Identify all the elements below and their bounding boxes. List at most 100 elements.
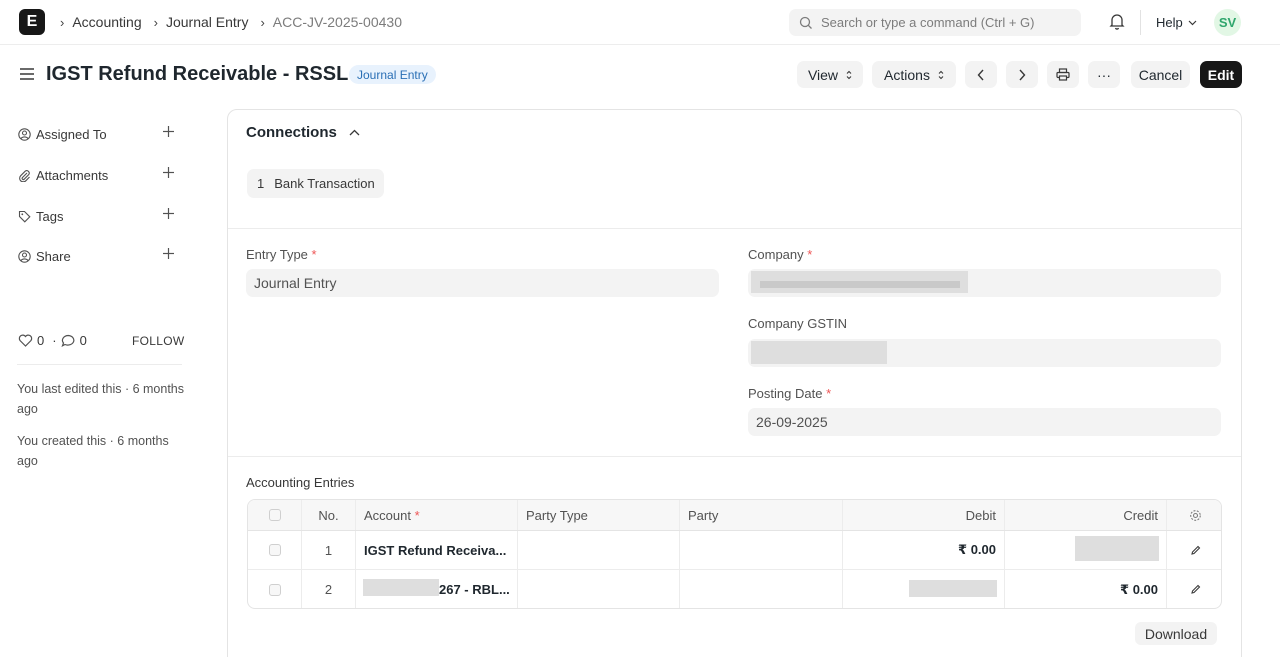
posting-date-value: 26-09-2025 [756, 414, 828, 430]
row-party[interactable] [680, 531, 843, 569]
actions-button-label: Actions [884, 66, 930, 83]
plus-icon[interactable] [162, 207, 175, 220]
download-button[interactable]: Download [1135, 622, 1217, 645]
chevron-up-icon [349, 129, 360, 136]
column-header-party: Party [680, 500, 843, 530]
row-account[interactable]: IGST Refund Receiva... [356, 531, 518, 569]
table-row[interactable]: 2 267 - RBL... ₹ 0.00 [248, 570, 1221, 608]
redacted-block [363, 579, 439, 596]
row-debit[interactable]: ₹ 0.00 [843, 531, 1005, 569]
tag-icon [18, 210, 31, 223]
breadcrumb-current-doc[interactable]: ACC-JV-2025-00430 [273, 14, 402, 30]
column-settings-cell [1167, 500, 1221, 530]
heart-icon[interactable] [18, 334, 33, 347]
sidebar-item-label: Attachments [36, 167, 109, 183]
select-all-checkbox[interactable] [268, 509, 281, 521]
sidebar-item-share[interactable]: Share [18, 246, 178, 266]
entry-type-value: Journal Entry [254, 275, 337, 291]
table-row[interactable]: 1 IGST Refund Receiva... ₹ 0.00 [248, 531, 1221, 570]
follow-button[interactable]: FOLLOW [132, 334, 184, 348]
posting-date-field[interactable]: 26-09-2025 [748, 408, 1221, 436]
row-credit[interactable] [1005, 531, 1167, 569]
company-field[interactable] [748, 269, 1221, 297]
help-dropdown[interactable]: Help [1156, 15, 1197, 30]
app-logo[interactable]: E [19, 9, 45, 35]
up-down-icon [846, 70, 852, 79]
user-plus-icon [18, 127, 31, 141]
breadcrumb-journal-entry[interactable]: Journal Entry [166, 14, 248, 30]
printer-icon [1056, 68, 1070, 81]
previous-doc-button[interactable] [965, 61, 997, 88]
likes-comments: 0 · 0 [18, 333, 91, 348]
column-header-no: No. [302, 500, 356, 530]
sidebar-item-assigned-to[interactable]: Assigned To [18, 124, 178, 144]
entry-type-label: Entry Type * [246, 247, 317, 262]
search-placeholder: Search or type a command (Ctrl + G) [821, 15, 1035, 30]
row-checkbox-cell [248, 531, 302, 569]
accounting-entries-table: No. Account * Party Type Party Debit Cre… [247, 499, 1222, 609]
view-button[interactable]: View [797, 61, 863, 88]
redacted-block [909, 580, 997, 597]
cancel-button-label: Cancel [1138, 66, 1183, 83]
more-options-button[interactable]: ··· [1088, 61, 1120, 88]
up-down-icon [938, 70, 944, 79]
pencil-icon[interactable] [1190, 545, 1201, 556]
connections-title: Connections [246, 124, 337, 141]
entry-type-field[interactable]: Journal Entry [246, 269, 719, 297]
print-button[interactable] [1047, 61, 1079, 88]
connection-bank-transaction[interactable]: 1 Bank Transaction [247, 169, 384, 198]
navbar: E › Accounting › Journal Entry › ACC-JV-… [0, 0, 1280, 45]
share-user-icon [18, 249, 31, 263]
ellipsis-icon: ··· [1097, 66, 1111, 83]
plus-icon[interactable] [162, 166, 175, 179]
company-gstin-field[interactable] [748, 339, 1221, 367]
company-label: Company * [748, 247, 812, 262]
table-header: No. Account * Party Type Party Debit Cre… [248, 500, 1221, 531]
row-credit[interactable]: ₹ 0.00 [1005, 570, 1167, 608]
search-icon [799, 16, 812, 29]
plus-icon[interactable] [162, 247, 175, 260]
sidebar-toggle-icon[interactable] [19, 67, 35, 81]
settings-gear-icon[interactable] [1189, 509, 1202, 522]
row-checkbox[interactable] [268, 583, 281, 596]
accounting-entries-label: Accounting Entries [246, 475, 355, 490]
edit-button-label: Edit [1207, 66, 1235, 83]
sidebar-item-label: Tags [36, 208, 64, 224]
notification-bell-icon[interactable] [1109, 13, 1125, 30]
row-checkbox[interactable] [268, 544, 281, 556]
column-header-account: Account * [356, 500, 518, 530]
required-mark: * [826, 386, 832, 401]
row-party-type[interactable] [518, 531, 680, 569]
search-bar[interactable]: Search or type a command (Ctrl + G) [789, 9, 1081, 36]
connection-label: Bank Transaction [274, 176, 375, 191]
next-doc-button[interactable] [1006, 61, 1038, 88]
connection-count: 1 [257, 176, 265, 191]
section-divider [228, 456, 1241, 457]
row-edit-cell [1167, 570, 1221, 608]
pencil-icon[interactable] [1190, 584, 1201, 595]
row-debit[interactable] [843, 570, 1005, 608]
chevron-right-icon: › [60, 14, 65, 30]
required-mark: * [414, 507, 420, 523]
row-party[interactable] [680, 570, 843, 608]
sidebar-item-attachments[interactable]: Attachments [18, 165, 178, 185]
chevron-right-icon: › [153, 14, 158, 30]
row-no: 2 [302, 570, 356, 608]
company-gstin-label: Company GSTIN [748, 316, 847, 331]
actions-button[interactable]: Actions [872, 61, 956, 88]
column-header-party-type: Party Type [518, 500, 680, 530]
edit-button[interactable]: Edit [1200, 61, 1242, 88]
sidebar-item-tags[interactable]: Tags [18, 206, 178, 226]
user-avatar[interactable]: SV [1214, 9, 1241, 36]
dot-separator: · [52, 333, 57, 348]
comment-count: 0 [79, 333, 87, 348]
plus-icon[interactable] [162, 125, 175, 138]
section-divider [228, 228, 1241, 229]
connections-header[interactable]: Connections [246, 124, 360, 141]
cancel-button[interactable]: Cancel [1131, 61, 1190, 88]
chevron-down-icon [1188, 20, 1197, 25]
row-account[interactable]: 267 - RBL... [356, 570, 518, 608]
row-party-type[interactable] [518, 570, 680, 608]
comment-icon[interactable] [61, 334, 76, 347]
breadcrumb-accounting[interactable]: Accounting [72, 14, 141, 30]
